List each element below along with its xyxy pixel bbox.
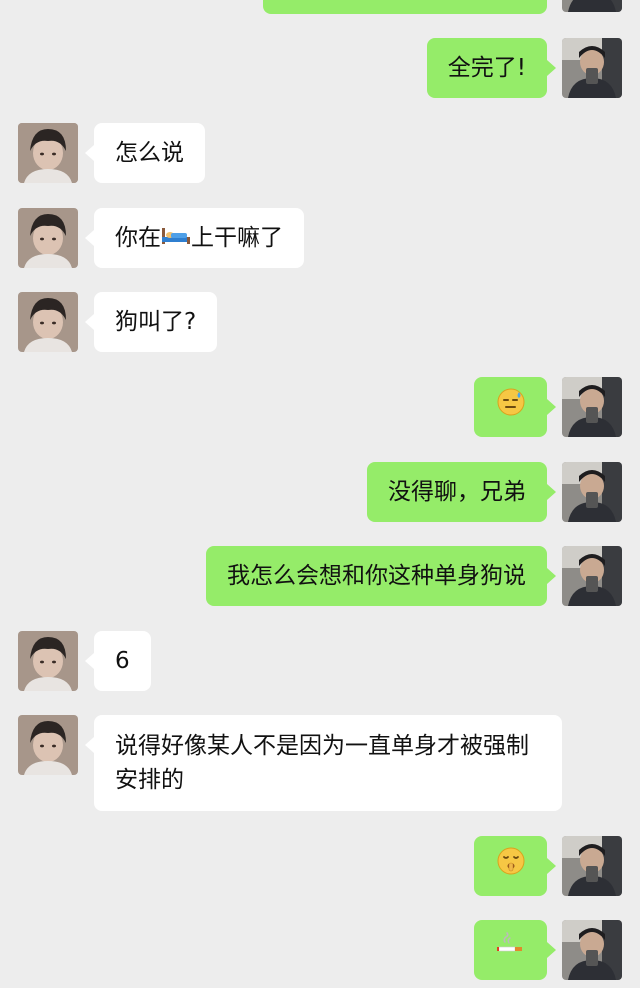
bed-emoji-icon (161, 222, 191, 256)
avatar[interactable] (562, 462, 622, 522)
message-bubble[interactable]: 怎么说 (85, 123, 205, 183)
sweat-face-emoji-icon (496, 387, 526, 427)
message-bubble[interactable]: 你在 上干嘛了 (85, 208, 304, 268)
avatar[interactable] (18, 292, 78, 352)
message-bubble[interactable]: 全完了! (426, 38, 557, 98)
avatar[interactable] (18, 208, 78, 268)
message-bubble[interactable]: 6 (85, 631, 151, 691)
avatar[interactable] (562, 38, 622, 98)
avatar[interactable] (562, 0, 622, 12)
avatar[interactable] (18, 631, 78, 691)
message-bubble[interactable]: 狗叫了? (84, 292, 218, 352)
message-bubble[interactable]: 没得聊，兄弟 (367, 462, 556, 522)
avatar[interactable] (562, 546, 622, 606)
cigarette-emoji-icon (496, 930, 526, 970)
message-bubble[interactable] (474, 920, 556, 980)
message-bubble[interactable] (263, 0, 547, 14)
avatar[interactable] (562, 377, 622, 437)
message-bubble[interactable] (474, 836, 556, 896)
shushing-face-emoji-icon (496, 846, 526, 886)
avatar[interactable] (562, 836, 622, 896)
chat-message-list[interactable]: 全完了! 怎么说 你在 上干嘛了 狗叫了? 没得聊，兄弟 我怎么会想和你这种单身… (0, 0, 640, 988)
avatar[interactable] (18, 715, 78, 775)
message-bubble[interactable]: 说得好像某人不是因为一直单身才被强制安排的 (85, 715, 562, 811)
avatar[interactable] (562, 920, 622, 980)
avatar[interactable] (18, 123, 78, 183)
message-bubble[interactable]: 我怎么会想和你这种单身狗说 (206, 546, 556, 606)
message-bubble[interactable] (474, 377, 556, 437)
